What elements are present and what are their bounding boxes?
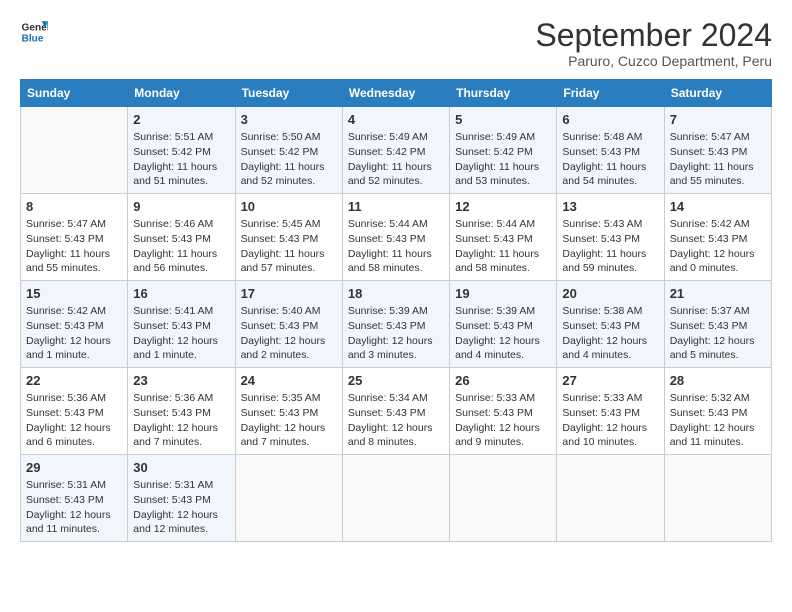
calendar-week-row: 29Sunrise: 5:31 AMSunset: 5:43 PMDayligh… bbox=[21, 454, 772, 541]
day-number: 30 bbox=[133, 459, 229, 477]
calendar-cell: 3Sunrise: 5:50 AMSunset: 5:42 PMDaylight… bbox=[235, 107, 342, 194]
col-thursday: Thursday bbox=[450, 80, 557, 107]
calendar-cell: 8Sunrise: 5:47 AMSunset: 5:43 PMDaylight… bbox=[21, 194, 128, 281]
day-number: 6 bbox=[562, 111, 658, 129]
calendar-cell: 26Sunrise: 5:33 AMSunset: 5:43 PMDayligh… bbox=[450, 368, 557, 455]
calendar-cell: 9Sunrise: 5:46 AMSunset: 5:43 PMDaylight… bbox=[128, 194, 235, 281]
calendar-cell: 23Sunrise: 5:36 AMSunset: 5:43 PMDayligh… bbox=[128, 368, 235, 455]
calendar-cell: 20Sunrise: 5:38 AMSunset: 5:43 PMDayligh… bbox=[557, 281, 664, 368]
day-number: 20 bbox=[562, 285, 658, 303]
calendar-cell: 16Sunrise: 5:41 AMSunset: 5:43 PMDayligh… bbox=[128, 281, 235, 368]
day-number: 21 bbox=[670, 285, 766, 303]
calendar-cell: 7Sunrise: 5:47 AMSunset: 5:43 PMDaylight… bbox=[664, 107, 771, 194]
day-number: 15 bbox=[26, 285, 122, 303]
day-number: 3 bbox=[241, 111, 337, 129]
calendar-cell: 14Sunrise: 5:42 AMSunset: 5:43 PMDayligh… bbox=[664, 194, 771, 281]
day-number: 18 bbox=[348, 285, 444, 303]
calendar-cell: 11Sunrise: 5:44 AMSunset: 5:43 PMDayligh… bbox=[342, 194, 449, 281]
calendar-cell: 25Sunrise: 5:34 AMSunset: 5:43 PMDayligh… bbox=[342, 368, 449, 455]
col-monday: Monday bbox=[128, 80, 235, 107]
col-wednesday: Wednesday bbox=[342, 80, 449, 107]
col-friday: Friday bbox=[557, 80, 664, 107]
day-number: 19 bbox=[455, 285, 551, 303]
calendar-cell: 19Sunrise: 5:39 AMSunset: 5:43 PMDayligh… bbox=[450, 281, 557, 368]
calendar-cell bbox=[21, 107, 128, 194]
calendar-cell: 2Sunrise: 5:51 AMSunset: 5:42 PMDaylight… bbox=[128, 107, 235, 194]
title-block: September 2024 Paruro, Cuzco Department,… bbox=[535, 18, 772, 69]
calendar-cell: 27Sunrise: 5:33 AMSunset: 5:43 PMDayligh… bbox=[557, 368, 664, 455]
calendar-cell bbox=[557, 454, 664, 541]
day-number: 4 bbox=[348, 111, 444, 129]
calendar-week-row: 2Sunrise: 5:51 AMSunset: 5:42 PMDaylight… bbox=[21, 107, 772, 194]
calendar-cell: 28Sunrise: 5:32 AMSunset: 5:43 PMDayligh… bbox=[664, 368, 771, 455]
calendar-table: Sunday Monday Tuesday Wednesday Thursday… bbox=[20, 79, 772, 542]
logo-icon: General Blue bbox=[20, 18, 48, 46]
calendar-cell bbox=[664, 454, 771, 541]
day-number: 2 bbox=[133, 111, 229, 129]
day-number: 16 bbox=[133, 285, 229, 303]
calendar-cell: 29Sunrise: 5:31 AMSunset: 5:43 PMDayligh… bbox=[21, 454, 128, 541]
day-number: 7 bbox=[670, 111, 766, 129]
day-number: 5 bbox=[455, 111, 551, 129]
day-number: 8 bbox=[26, 198, 122, 216]
day-number: 11 bbox=[348, 198, 444, 216]
calendar-cell: 10Sunrise: 5:45 AMSunset: 5:43 PMDayligh… bbox=[235, 194, 342, 281]
calendar-cell: 13Sunrise: 5:43 AMSunset: 5:43 PMDayligh… bbox=[557, 194, 664, 281]
col-sunday: Sunday bbox=[21, 80, 128, 107]
month-title: September 2024 bbox=[535, 18, 772, 53]
day-number: 25 bbox=[348, 372, 444, 390]
calendar-cell bbox=[342, 454, 449, 541]
day-number: 14 bbox=[670, 198, 766, 216]
col-tuesday: Tuesday bbox=[235, 80, 342, 107]
col-saturday: Saturday bbox=[664, 80, 771, 107]
calendar-week-row: 8Sunrise: 5:47 AMSunset: 5:43 PMDaylight… bbox=[21, 194, 772, 281]
calendar-cell bbox=[450, 454, 557, 541]
calendar-cell: 24Sunrise: 5:35 AMSunset: 5:43 PMDayligh… bbox=[235, 368, 342, 455]
calendar-week-row: 15Sunrise: 5:42 AMSunset: 5:43 PMDayligh… bbox=[21, 281, 772, 368]
calendar-header-row: Sunday Monday Tuesday Wednesday Thursday… bbox=[21, 80, 772, 107]
calendar-cell: 12Sunrise: 5:44 AMSunset: 5:43 PMDayligh… bbox=[450, 194, 557, 281]
day-number: 23 bbox=[133, 372, 229, 390]
calendar-cell: 22Sunrise: 5:36 AMSunset: 5:43 PMDayligh… bbox=[21, 368, 128, 455]
day-number: 17 bbox=[241, 285, 337, 303]
day-number: 24 bbox=[241, 372, 337, 390]
calendar-cell bbox=[235, 454, 342, 541]
calendar-cell: 15Sunrise: 5:42 AMSunset: 5:43 PMDayligh… bbox=[21, 281, 128, 368]
day-number: 28 bbox=[670, 372, 766, 390]
day-number: 10 bbox=[241, 198, 337, 216]
calendar-cell: 30Sunrise: 5:31 AMSunset: 5:43 PMDayligh… bbox=[128, 454, 235, 541]
page: General Blue September 2024 Paruro, Cuzc… bbox=[0, 0, 792, 612]
calendar-cell: 6Sunrise: 5:48 AMSunset: 5:43 PMDaylight… bbox=[557, 107, 664, 194]
day-number: 9 bbox=[133, 198, 229, 216]
day-number: 26 bbox=[455, 372, 551, 390]
calendar-cell: 17Sunrise: 5:40 AMSunset: 5:43 PMDayligh… bbox=[235, 281, 342, 368]
day-number: 12 bbox=[455, 198, 551, 216]
svg-text:Blue: Blue bbox=[22, 33, 44, 44]
calendar-cell: 5Sunrise: 5:49 AMSunset: 5:42 PMDaylight… bbox=[450, 107, 557, 194]
subtitle: Paruro, Cuzco Department, Peru bbox=[535, 53, 772, 69]
day-number: 22 bbox=[26, 372, 122, 390]
calendar-cell: 18Sunrise: 5:39 AMSunset: 5:43 PMDayligh… bbox=[342, 281, 449, 368]
calendar-cell: 4Sunrise: 5:49 AMSunset: 5:42 PMDaylight… bbox=[342, 107, 449, 194]
header: General Blue September 2024 Paruro, Cuzc… bbox=[20, 18, 772, 69]
calendar-week-row: 22Sunrise: 5:36 AMSunset: 5:43 PMDayligh… bbox=[21, 368, 772, 455]
day-number: 27 bbox=[562, 372, 658, 390]
calendar-cell: 21Sunrise: 5:37 AMSunset: 5:43 PMDayligh… bbox=[664, 281, 771, 368]
day-number: 29 bbox=[26, 459, 122, 477]
day-number: 13 bbox=[562, 198, 658, 216]
logo: General Blue bbox=[20, 18, 48, 46]
